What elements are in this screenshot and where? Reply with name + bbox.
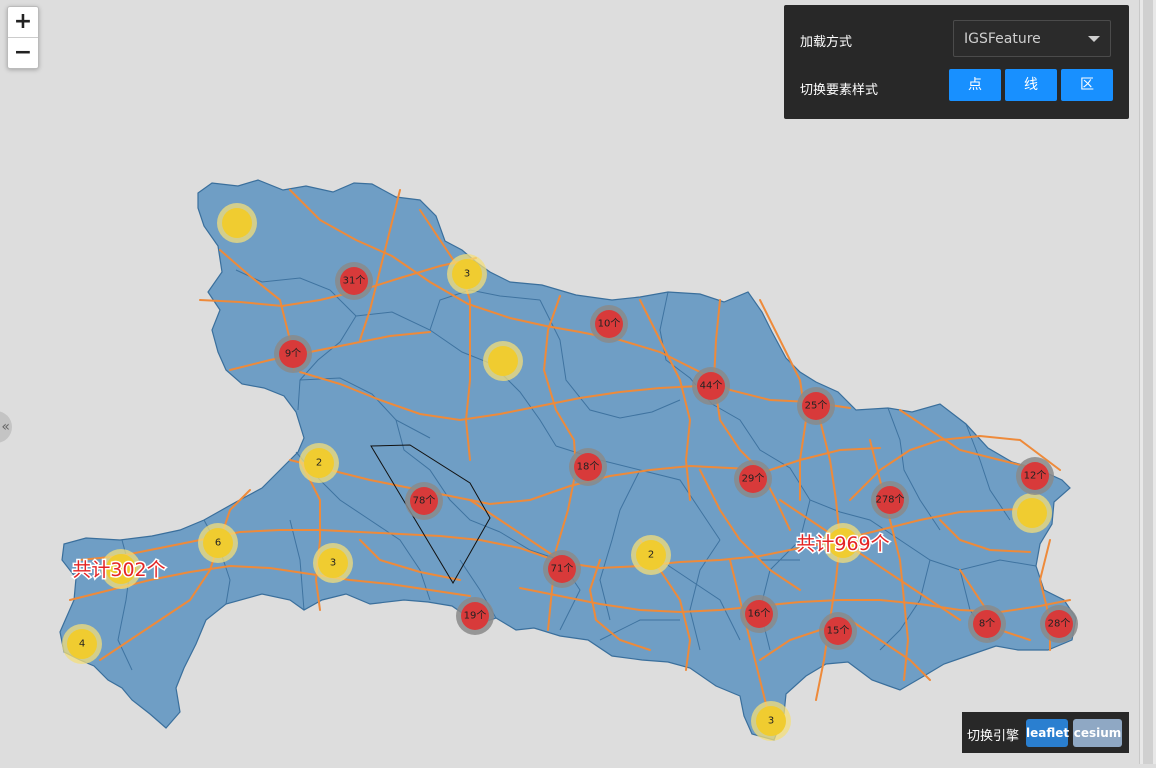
cluster-marker-yellow[interactable] xyxy=(1012,493,1052,533)
cluster-count: 4 xyxy=(79,639,85,650)
cluster-marker-red[interactable]: 29个 xyxy=(734,460,772,498)
cluster-marker-yellow[interactable]: 2 xyxy=(299,443,339,483)
cluster-marker-red[interactable]: 44个 xyxy=(692,367,730,405)
engine-switcher: 切换引擎 leaflet cesium xyxy=(962,712,1129,753)
cluster-count: 8个 xyxy=(979,618,995,630)
cluster-marker-red[interactable]: 78个 xyxy=(405,482,443,520)
cluster-count: 2 xyxy=(316,458,322,469)
cluster-count: 18个 xyxy=(577,461,600,473)
cluster-marker-red[interactable]: 9个 xyxy=(274,335,312,373)
cluster-marker-yellow[interactable]: 3 xyxy=(447,254,487,294)
cluster-count: 278个 xyxy=(875,494,904,506)
cluster-marker-red[interactable]: 19个 xyxy=(456,597,494,635)
cluster-marker-red[interactable]: 71个 xyxy=(543,550,581,588)
cluster-count: 25个 xyxy=(805,400,828,412)
cluster-marker-yellow[interactable] xyxy=(217,203,257,243)
cluster-count: 31个 xyxy=(343,275,366,287)
cluster-marker-yellow[interactable]: 2 xyxy=(631,535,671,575)
leaflet-button[interactable]: leaflet xyxy=(1026,719,1069,747)
cluster-marker-red[interactable]: 12个 xyxy=(1016,457,1054,495)
province-polygon xyxy=(59,179,1077,741)
line-style-button[interactable]: 线 xyxy=(1005,69,1057,101)
total-count-label: 共计302个 xyxy=(72,559,165,581)
cluster-marker-red[interactable]: 31个 xyxy=(335,262,373,300)
cluster-count: 2 xyxy=(648,550,654,561)
cluster-marker-yellow[interactable]: 6 xyxy=(198,523,238,563)
total-count-label: 共计969个 xyxy=(796,533,889,555)
cluster-marker-yellow[interactable]: 4 xyxy=(62,624,102,664)
load-method-label: 加载方式 xyxy=(800,35,853,50)
load-method-select[interactable]: IGSFeature xyxy=(953,20,1111,57)
cluster-count: 15个 xyxy=(827,625,850,637)
style-switch-label: 切换要素样式 xyxy=(800,83,879,98)
cluster-marker-red[interactable]: 10个 xyxy=(590,305,628,343)
cluster-count: 10个 xyxy=(598,318,621,330)
cluster-marker-yellow[interactable]: 3 xyxy=(313,543,353,583)
cluster-marker-red[interactable]: 15个 xyxy=(819,612,857,650)
cluster-count: 44个 xyxy=(700,380,723,392)
cluster-count: 19个 xyxy=(464,610,487,622)
cluster-count: 3 xyxy=(768,716,774,727)
cluster-count: 3 xyxy=(464,269,470,280)
cluster-count: 3 xyxy=(330,558,336,569)
cluster-count: 71个 xyxy=(551,563,574,575)
double-chevron-left-icon: « xyxy=(1,419,10,435)
point-style-button[interactable]: 点 xyxy=(949,69,1001,101)
scrollbar[interactable] xyxy=(1139,0,1156,764)
cluster-count: 12个 xyxy=(1024,470,1047,482)
cluster-count: 16个 xyxy=(748,608,771,620)
cluster-marker-red[interactable]: 16个 xyxy=(740,595,778,633)
zoom-in-button[interactable]: + xyxy=(8,7,38,37)
cluster-marker-red[interactable]: 28个 xyxy=(1040,605,1078,643)
cluster-core xyxy=(222,208,252,238)
cluster-marker-red[interactable]: 18个 xyxy=(569,448,607,486)
cesium-button[interactable]: cesium xyxy=(1073,719,1122,747)
cluster-count: 9个 xyxy=(285,348,301,360)
cluster-marker-yellow[interactable] xyxy=(483,341,523,381)
zoom-out-button[interactable]: − xyxy=(8,37,38,68)
cluster-count: 28个 xyxy=(1048,618,1071,630)
control-panel: 加载方式 IGSFeature 切换要素样式 点 线 区 xyxy=(784,5,1129,119)
scrollbar-thumb[interactable] xyxy=(1143,0,1153,764)
cluster-marker-yellow[interactable]: 3 xyxy=(751,701,791,741)
cluster-marker-red[interactable]: 278个 xyxy=(871,481,909,519)
zoom-control: + − xyxy=(7,6,39,69)
load-method-value: IGSFeature xyxy=(964,31,1041,47)
area-style-button[interactable]: 区 xyxy=(1061,69,1113,101)
cluster-count: 78个 xyxy=(413,495,436,507)
cluster-count: 29个 xyxy=(742,473,765,485)
cluster-core xyxy=(1017,498,1047,528)
engine-label: 切换引擎 xyxy=(967,729,1020,744)
cluster-marker-red[interactable]: 8个 xyxy=(968,605,1006,643)
cluster-core xyxy=(488,346,518,376)
caret-down-icon xyxy=(1088,36,1100,42)
cluster-count: 6 xyxy=(215,538,221,549)
cluster-marker-red[interactable]: 25个 xyxy=(797,387,835,425)
